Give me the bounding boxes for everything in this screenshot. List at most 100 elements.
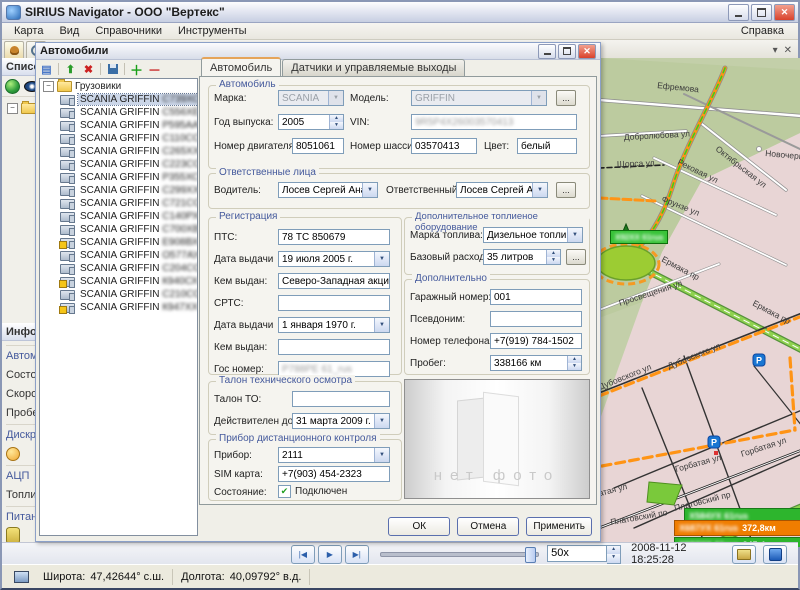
- tree-item-vehicle[interactable]: SCANIA GRIFFIN С299ХХ 61rus: [40, 184, 197, 197]
- dialog-title-bar: Автомобили ✕: [36, 43, 600, 60]
- garage-number-field[interactable]: 001: [490, 289, 582, 305]
- restore-button[interactable]: [751, 4, 772, 21]
- tree-item-label: SCANIA GRIFFIN С556ХЕ 61rus: [78, 107, 198, 118]
- model-combo[interactable]: GRIFFIN▼: [411, 90, 547, 106]
- device-combo[interactable]: 2111▼: [278, 447, 390, 463]
- tab-sensors[interactable]: Датчики и управляемые выходы: [282, 59, 465, 76]
- floppy-icon: [108, 64, 118, 74]
- ok-button[interactable]: ОК: [388, 517, 450, 536]
- color-field[interactable]: белый: [517, 138, 577, 154]
- pan-tool-button[interactable]: [4, 41, 24, 60]
- pts-issue-date-picker[interactable]: 19 июля 2005 г.▼: [278, 251, 390, 267]
- menu-item-Вид[interactable]: Вид: [51, 24, 87, 38]
- play-button[interactable]: ▶: [318, 545, 342, 564]
- dialog-maximize-button[interactable]: [558, 44, 576, 59]
- sim-card-field[interactable]: +7(903) 454-2323: [278, 466, 390, 482]
- menu-item-Инструменты[interactable]: Инструменты: [170, 24, 255, 38]
- tree-item-vehicle[interactable]: SCANIA GRIFFIN С700ХВ 61rus: [40, 223, 197, 236]
- tab-control: Автомобиль Датчики и управляемые выходы …: [199, 59, 597, 503]
- driver-combo[interactable]: Лосев Сергей Анатоль▼: [278, 182, 378, 198]
- tree-item-vehicle[interactable]: SCANIA GRIFFIN О577АУ 61rus: [40, 249, 197, 262]
- vehicle-tree[interactable]: − Грузовики SCANIA GRIFFIN С739ХС 61rusS…: [39, 78, 198, 536]
- pts-field[interactable]: 78 ТС 850679: [278, 229, 390, 245]
- tree-item-vehicle[interactable]: SCANIA GRIFFIN С556ХЕ 61rus: [40, 106, 197, 119]
- tree-item-vehicle[interactable]: SCANIA GRIFFIN К947ХХ 161rus: [40, 301, 197, 314]
- tree-item-vehicle[interactable]: SCANIA GRIFFIN Р595АА 61rus: [40, 119, 197, 132]
- tree-item-vehicle[interactable]: SCANIA GRIFFIN Е908ВХ 161rus: [40, 236, 197, 249]
- minimize-button[interactable]: [728, 4, 749, 21]
- persons-browse-button[interactable]: ...: [556, 182, 576, 198]
- close-button[interactable]: ✕: [774, 4, 795, 21]
- move-up-button[interactable]: ⬆: [62, 62, 79, 77]
- menu-item-Справочники[interactable]: Справочники: [87, 24, 170, 38]
- expand-icon[interactable]: −: [7, 103, 18, 114]
- engine-number-field[interactable]: 8051061: [292, 138, 344, 154]
- dialog-close-button[interactable]: ✕: [578, 44, 596, 59]
- save-button[interactable]: [104, 62, 121, 77]
- vin-field[interactable]: 9R5P4X26003570413: [411, 114, 577, 130]
- fuel-rate-spinner[interactable]: 35 литров▲▼: [483, 249, 561, 265]
- mileage-spinner[interactable]: 338166 км▲▼: [490, 355, 582, 371]
- cancel-button[interactable]: Отмена: [457, 517, 519, 536]
- srts-issued-by-field[interactable]: [278, 339, 390, 355]
- truck-icon: [60, 290, 75, 300]
- connected-checkbox[interactable]: ✔Подключен: [278, 485, 347, 498]
- tree-item-vehicle[interactable]: SCANIA GRIFFIN С721СС 61rus: [40, 197, 197, 210]
- speed-input[interactable]: 50x: [547, 545, 607, 562]
- dialog-minimize-button[interactable]: [538, 44, 556, 59]
- tree-item-vehicle[interactable]: SCANIA GRIFFIN К940СХ 161rus: [40, 275, 197, 288]
- alias-field[interactable]: [490, 311, 582, 327]
- map-panel-close-icon[interactable]: ✕: [784, 45, 792, 56]
- map-mode-button[interactable]: [763, 545, 787, 564]
- speed-spinner[interactable]: ▲▼: [607, 545, 621, 564]
- tree-item-vehicle[interactable]: SCANIA GRIFFIN С110СС 61rus: [40, 132, 197, 145]
- model-browse-button[interactable]: ...: [556, 90, 576, 106]
- timeline-slider[interactable]: [380, 552, 539, 557]
- year-spinner[interactable]: 2005▲▼: [278, 114, 344, 130]
- prev-button[interactable]: |◀: [291, 545, 315, 564]
- srts-issue-date-picker[interactable]: 1 января 1970 г.▼: [278, 317, 390, 333]
- chevron-down-icon: ▼: [531, 91, 546, 105]
- remove-button[interactable]: －: [146, 62, 163, 77]
- tree-item-vehicle[interactable]: SCANIA GRIFFIN С210СС 61rus: [40, 288, 197, 301]
- tree-item-vehicle[interactable]: SCANIA GRIFFIN Р355ХС 61rus: [40, 171, 197, 184]
- menu-help[interactable]: Справка: [731, 24, 794, 38]
- tree-item-vehicle[interactable]: SCANIA GRIFFIN С140РХ 161rus: [40, 210, 197, 223]
- fuel-browse-button[interactable]: ...: [566, 249, 586, 265]
- report-button[interactable]: [732, 545, 756, 564]
- inspection-valid-date-picker[interactable]: 31 марта 2009 г.▼: [292, 413, 390, 429]
- map-panel-collapse-icon[interactable]: ▾: [773, 45, 778, 56]
- menu-item-Карта[interactable]: Карта: [6, 24, 51, 38]
- tree-item-vehicle[interactable]: SCANIA GRIFFIN С739ХС 61rus: [40, 93, 197, 106]
- tree-item-vehicle[interactable]: SCANIA GRIFFIN С223СС 61rus: [40, 158, 197, 171]
- apply-button[interactable]: Применить: [526, 517, 592, 536]
- tab-vehicle[interactable]: Автомобиль: [201, 57, 281, 76]
- vehicle-map-label[interactable]: Х92ХХ 61rus: [610, 230, 668, 244]
- tree-item-label: SCANIA GRIFFIN С700ХВ 61rus: [78, 224, 198, 235]
- pts-issued-by-field[interactable]: Северо-Западная акцизная т: [278, 273, 390, 289]
- srts-field[interactable]: [278, 295, 390, 311]
- slider-handle[interactable]: [525, 547, 536, 563]
- tree-item-label: SCANIA GRIFFIN С140РХ 161rus: [78, 211, 198, 222]
- tree-item-label: SCANIA GRIFFIN Р355ХС 61rus: [78, 172, 198, 183]
- checkmark-icon: ✔: [278, 485, 291, 498]
- add-button[interactable]: ＋: [128, 62, 145, 77]
- fuel-type-combo[interactable]: Дизельное топливо▼: [483, 227, 583, 243]
- delete-button[interactable]: ✖: [80, 62, 97, 77]
- tree-view-button[interactable]: ▤: [38, 62, 55, 77]
- inspection-ticket-field[interactable]: [292, 391, 390, 407]
- tree-item-vehicle[interactable]: SCANIA GRIFFIN С204СС 61rus: [40, 262, 197, 275]
- expand-icon[interactable]: −: [43, 81, 54, 92]
- route-distance: 372,8км: [742, 523, 776, 533]
- tree-item-vehicle[interactable]: SCANIA GRIFFIN С265ХХ 61rus: [40, 145, 197, 158]
- license-plate-censored: О577АУ: [162, 250, 198, 261]
- globe-icon[interactable]: [5, 79, 20, 94]
- tree-item-label: SCANIA GRIFFIN С739ХС 61rus: [78, 94, 198, 105]
- chevron-down-icon: ▼: [532, 183, 547, 197]
- route-vehicle-label[interactable]: Х687УХ 61rus372,8км: [674, 520, 800, 536]
- next-button[interactable]: ▶|: [345, 545, 369, 564]
- chassis-number-field[interactable]: 03570413: [411, 138, 477, 154]
- phone-field[interactable]: +7(919) 784-1502: [490, 333, 582, 349]
- brand-combo[interactable]: SCANIA▼: [278, 90, 344, 106]
- responsible-combo[interactable]: Лосев Сергей Анатоль▼: [456, 182, 548, 198]
